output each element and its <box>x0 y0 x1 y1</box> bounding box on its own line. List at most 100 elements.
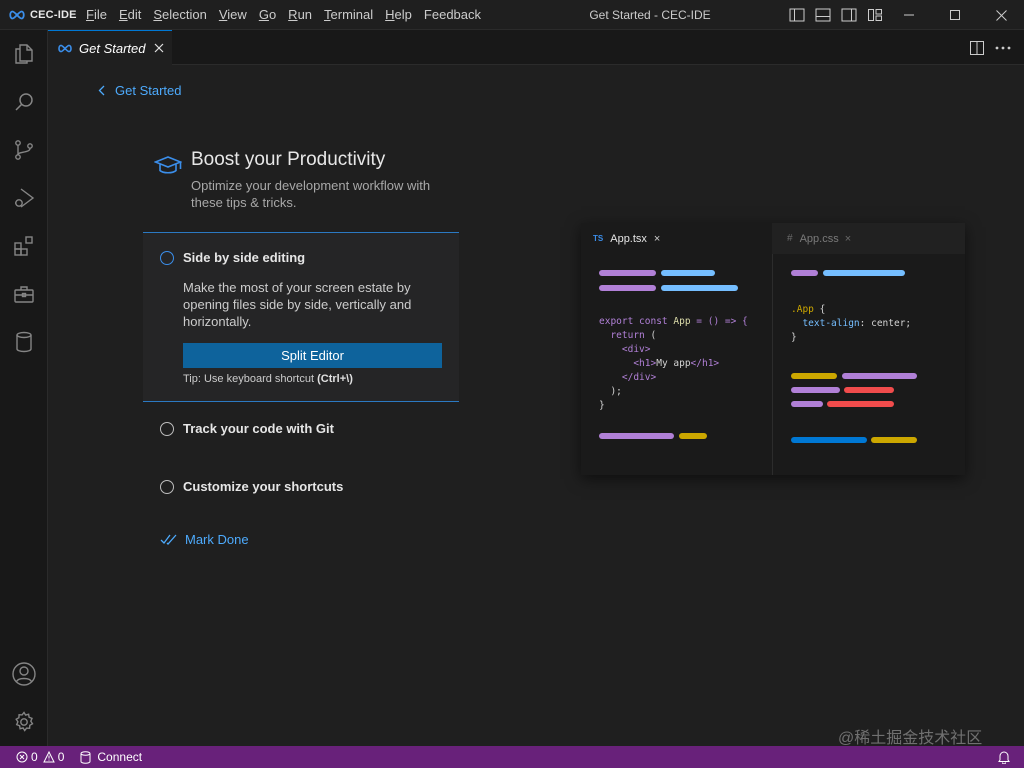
close-icon: × <box>653 232 661 245</box>
preview-tab-bar: TS App.tsx × # App.css × <box>581 223 965 254</box>
menu-go[interactable]: Go <box>253 4 282 26</box>
source-control-icon[interactable] <box>0 126 48 174</box>
step-radio-unchecked-icon[interactable] <box>160 480 174 494</box>
problems-indicator[interactable]: 0 0 <box>16 750 64 764</box>
step-radio-unchecked-icon[interactable] <box>160 422 174 436</box>
toolbox-icon[interactable] <box>0 270 48 318</box>
css-file-icon: # <box>787 233 793 244</box>
step-title: Customize your shortcuts <box>183 479 344 494</box>
preview-split-divider <box>772 254 773 475</box>
notifications-bell-icon[interactable] <box>998 750 1010 767</box>
tab-get-started[interactable]: Get Started <box>48 30 172 65</box>
chevron-left-icon <box>98 85 105 96</box>
error-count: 0 <box>31 750 38 764</box>
step-tip: Tip: Use keyboard shortcut (Ctrl+\) <box>183 373 353 385</box>
menu-edit[interactable]: Edit <box>113 4 147 26</box>
toggle-primary-sidebar-icon[interactable] <box>786 6 808 24</box>
mark-done-label: Mark Done <box>185 532 249 547</box>
code-line-placeholder <box>791 373 837 379</box>
maximize-icon[interactable] <box>932 0 978 30</box>
code-line-placeholder <box>599 270 656 276</box>
back-to-get-started-link[interactable]: Get Started <box>98 83 181 98</box>
extensions-icon[interactable] <box>0 222 48 270</box>
more-actions-icon[interactable] <box>992 38 1014 58</box>
menu-selection[interactable]: Selection <box>147 4 212 26</box>
app-logo: CEC-IDE <box>0 0 80 30</box>
menu-file[interactable]: File <box>80 4 113 26</box>
editor-tab-bar: Get Started <box>48 30 1024 65</box>
mark-done-link[interactable]: Mark Done <box>160 532 249 547</box>
preview-tab-name: App.tsx <box>610 232 647 245</box>
close-tab-icon[interactable] <box>154 43 164 53</box>
window-controls <box>886 0 1024 30</box>
back-link-label: Get Started <box>115 83 182 98</box>
code-line-placeholder <box>679 433 707 439</box>
split-editor-button[interactable]: Split Editor <box>183 343 442 368</box>
code-line-placeholder <box>791 437 867 443</box>
watermark: @稀土掘金技术社区 <box>838 730 983 747</box>
customize-layout-icon[interactable] <box>864 6 886 24</box>
preview-tab-name: App.css <box>799 232 839 245</box>
code-line-placeholder <box>842 373 917 379</box>
mortarboard-icon <box>153 155 183 182</box>
step-side-by-side-editing[interactable]: Side by side editing Make the most of yo… <box>143 232 459 402</box>
code-line-placeholder <box>791 401 823 407</box>
connect-label: Connect <box>97 750 143 764</box>
code-line-placeholder <box>791 387 840 393</box>
explorer-icon[interactable] <box>0 30 48 78</box>
menu-feedback[interactable]: Feedback <box>418 4 487 26</box>
code-line-placeholder <box>599 285 656 291</box>
menu-run[interactable]: Run <box>282 4 318 26</box>
double-check-icon <box>160 534 177 545</box>
step-radio-unchecked-icon[interactable] <box>160 251 174 265</box>
run-debug-icon[interactable] <box>0 174 48 222</box>
step-title: Side by side editing <box>183 250 306 265</box>
code-line-placeholder <box>823 270 905 276</box>
editor-actions <box>962 38 1014 58</box>
toggle-secondary-sidebar-icon[interactable] <box>838 6 860 24</box>
walkthrough-subtitle: Optimize your development workflow with … <box>191 178 431 210</box>
database-icon[interactable] <box>0 318 48 366</box>
minimize-icon[interactable] <box>886 0 932 30</box>
database-connect-icon <box>80 750 91 764</box>
walkthrough-title: Boost your Productivity <box>191 149 386 170</box>
preview-code-css: .App { text-align: center; } <box>791 304 912 343</box>
menu-bar: File Edit Selection View Go Run Terminal… <box>80 0 487 30</box>
menu-terminal[interactable]: Terminal <box>318 4 379 26</box>
window-title: Get Started - CEC-IDE <box>589 8 711 22</box>
settings-gear-icon[interactable] <box>0 698 48 746</box>
split-editor-preview: TS App.tsx × # App.css × export const Ap… <box>581 223 965 475</box>
connect-status[interactable]: Connect <box>80 750 142 764</box>
accounts-icon[interactable] <box>0 650 48 698</box>
keyboard-shortcut: (Ctrl+\) <box>317 373 353 385</box>
app-logo-text: CEC-IDE <box>30 8 77 21</box>
walkthrough-editor: Get Started Boost your Productivity Opti… <box>48 65 1024 746</box>
code-line-placeholder <box>599 433 674 439</box>
step-description: Make the most of your screen estate by o… <box>183 280 412 329</box>
tab-label: Get Started <box>79 40 146 56</box>
step-title: Track your code with Git <box>183 421 334 436</box>
close-window-icon[interactable] <box>978 0 1024 30</box>
preview-tab-app-tsx: TS App.tsx × <box>581 223 772 254</box>
search-icon[interactable] <box>0 78 48 126</box>
error-icon <box>16 751 28 763</box>
activity-bar <box>0 30 48 746</box>
code-line-placeholder <box>661 270 715 276</box>
preview-tab-app-css: # App.css × <box>773 223 965 254</box>
step-customize-shortcuts[interactable]: Customize your shortcuts <box>143 472 459 504</box>
code-line-placeholder <box>661 285 738 291</box>
warning-count: 0 <box>57 750 65 764</box>
infinity-logo-icon <box>9 10 25 19</box>
warning-icon <box>42 751 55 763</box>
status-bar: 0 0 Connect <box>0 746 1024 768</box>
menu-help[interactable]: Help <box>379 4 418 26</box>
split-editor-right-icon[interactable] <box>966 38 988 58</box>
layout-controls <box>786 6 890 24</box>
preview-code-tsx: export const App = () => { return ( <div… <box>599 316 748 411</box>
toggle-panel-icon[interactable] <box>812 6 834 24</box>
close-icon: × <box>844 232 852 245</box>
step-track-code-git[interactable]: Track your code with Git <box>143 414 459 446</box>
infinity-tab-icon <box>58 44 72 52</box>
code-line-placeholder <box>827 401 894 407</box>
menu-view[interactable]: View <box>213 4 253 26</box>
